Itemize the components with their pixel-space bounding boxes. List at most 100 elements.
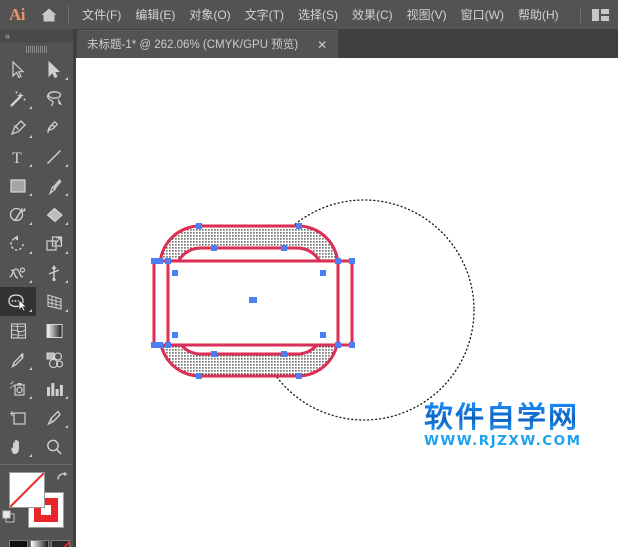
pen-tool[interactable] xyxy=(0,113,36,142)
mesh-tool[interactable] xyxy=(0,316,36,345)
anchor-point[interactable] xyxy=(172,332,178,338)
shaper-tool[interactable] xyxy=(0,200,36,229)
menu-item-help[interactable]: 帮助(H) xyxy=(511,4,566,26)
anchor-point[interactable] xyxy=(157,342,163,348)
document-tab[interactable]: 未标题-1* @ 262.06% (CMYK/GPU 预览) ✕ xyxy=(77,30,339,58)
anchor-point[interactable] xyxy=(281,351,287,357)
artboard-tool[interactable] xyxy=(0,403,36,432)
menu-item-type[interactable]: 文字(T) xyxy=(238,4,291,26)
collapse-panel-icon[interactable]: « xyxy=(5,31,10,41)
menu-item-view[interactable]: 视图(V) xyxy=(400,4,454,26)
svg-text:T: T xyxy=(12,150,22,166)
tool-flyout-indicator xyxy=(65,251,68,254)
grip-dots-icon xyxy=(26,45,47,53)
tool-flyout-indicator xyxy=(29,106,32,109)
anchor-point[interactable] xyxy=(211,245,217,251)
slice-tool[interactable] xyxy=(36,403,72,432)
tool-flyout-indicator xyxy=(29,396,32,399)
anchor-point[interactable] xyxy=(349,258,355,264)
menubar-divider xyxy=(68,5,69,24)
type-tool[interactable]: T xyxy=(0,142,36,171)
tool-flyout-indicator xyxy=(65,222,68,225)
tool-flyout-indicator xyxy=(65,396,68,399)
tool-flyout-indicator xyxy=(29,309,32,312)
document-tab-bar: 未标题-1* @ 262.06% (CMYK/GPU 预览) ✕ xyxy=(73,29,618,58)
document-canvas[interactable]: 软件自学网 WWW.RJZXW.COM xyxy=(73,58,618,547)
direct-selection-tool[interactable] xyxy=(36,55,72,84)
anchor-point[interactable] xyxy=(320,270,326,276)
eraser-tool[interactable] xyxy=(36,200,72,229)
color-mode-none[interactable] xyxy=(51,540,70,547)
anchor-point[interactable] xyxy=(196,223,202,229)
artboard[interactable]: 软件自学网 WWW.RJZXW.COM xyxy=(76,58,618,547)
anchor-point[interactable] xyxy=(172,270,178,276)
anchor-point[interactable] xyxy=(196,373,202,379)
menu-item-list: 文件(F) 编辑(E) 对象(O) 文字(T) 选择(S) 效果(C) 视图(V… xyxy=(75,4,566,26)
anchor-point[interactable] xyxy=(296,223,302,229)
hand-tool[interactable] xyxy=(0,432,36,461)
menu-item-file[interactable]: 文件(F) xyxy=(75,4,128,26)
center-point-marker[interactable] xyxy=(249,297,257,303)
perspective-grid-tool[interactable] xyxy=(36,287,72,316)
menu-item-select[interactable]: 选择(S) xyxy=(291,4,345,26)
fill-swatch[interactable] xyxy=(9,472,45,508)
menu-item-effect[interactable]: 效果(C) xyxy=(345,4,400,26)
workspace-switcher-icon[interactable] xyxy=(589,0,613,29)
tool-flyout-indicator xyxy=(29,251,32,254)
symbol-sprayer-tool[interactable] xyxy=(0,374,36,403)
tool-flyout-indicator xyxy=(29,135,32,138)
anchor-point[interactable] xyxy=(211,351,217,357)
shape-builder-tool[interactable] xyxy=(0,287,36,316)
tools-panel-drag-handle[interactable] xyxy=(0,43,73,55)
menu-bar: Ai 文件(F) 编辑(E) 对象(O) 文字(T) 选择(S) 效果(C) 视… xyxy=(0,0,618,29)
tools-panel: « T xyxy=(0,29,73,547)
anchor-point[interactable] xyxy=(281,245,287,251)
anchor-point[interactable] xyxy=(151,258,157,264)
magic-wand-tool[interactable] xyxy=(0,84,36,113)
fill-stroke-controls xyxy=(0,468,72,536)
anchor-point[interactable] xyxy=(335,342,341,348)
color-mode-buttons xyxy=(0,540,73,547)
rectangle-tool[interactable] xyxy=(0,171,36,200)
tool-flyout-indicator xyxy=(29,280,32,283)
tool-flyout-indicator xyxy=(29,222,32,225)
app-logo: Ai xyxy=(9,4,26,24)
anchor-point[interactable] xyxy=(349,342,355,348)
color-mode-solid[interactable] xyxy=(9,540,28,547)
free-transform-tool[interactable] xyxy=(36,258,72,287)
tool-flyout-indicator xyxy=(65,164,68,167)
menu-item-object[interactable]: 对象(O) xyxy=(182,4,237,26)
rotate-tool[interactable] xyxy=(0,229,36,258)
anchor-point[interactable] xyxy=(335,258,341,264)
width-tool[interactable] xyxy=(0,258,36,287)
default-fill-stroke-icon[interactable] xyxy=(2,510,17,530)
scale-tool[interactable] xyxy=(36,229,72,258)
tool-flyout-indicator xyxy=(65,77,68,80)
swap-fill-stroke-icon[interactable] xyxy=(55,470,69,488)
anchor-point[interactable] xyxy=(165,342,171,348)
menubar-right-cluster xyxy=(580,0,618,29)
anchor-point[interactable] xyxy=(320,332,326,338)
anchor-point[interactable] xyxy=(157,258,163,264)
selection-tool[interactable] xyxy=(0,55,36,84)
lasso-tool[interactable] xyxy=(36,84,72,113)
close-icon[interactable]: ✕ xyxy=(314,38,330,52)
artwork-vector-layer xyxy=(151,199,475,421)
anchor-point[interactable] xyxy=(296,373,302,379)
gradient-tool[interactable] xyxy=(36,316,72,345)
color-mode-gradient[interactable] xyxy=(30,540,49,547)
tool-flyout-indicator xyxy=(65,425,68,428)
line-segment-tool[interactable] xyxy=(36,142,72,171)
tool-flyout-indicator xyxy=(29,193,32,196)
eyedropper-tool[interactable] xyxy=(0,345,36,374)
menu-item-window[interactable]: 窗口(W) xyxy=(454,4,511,26)
anchor-point[interactable] xyxy=(165,258,171,264)
paintbrush-tool[interactable] xyxy=(36,171,72,200)
anchor-point[interactable] xyxy=(151,342,157,348)
zoom-tool[interactable] xyxy=(36,432,72,461)
curvature-tool[interactable] xyxy=(36,113,72,142)
home-icon[interactable] xyxy=(34,0,64,29)
menu-item-edit[interactable]: 编辑(E) xyxy=(128,4,182,26)
blend-tool[interactable] xyxy=(36,345,72,374)
column-graph-tool[interactable] xyxy=(36,374,72,403)
